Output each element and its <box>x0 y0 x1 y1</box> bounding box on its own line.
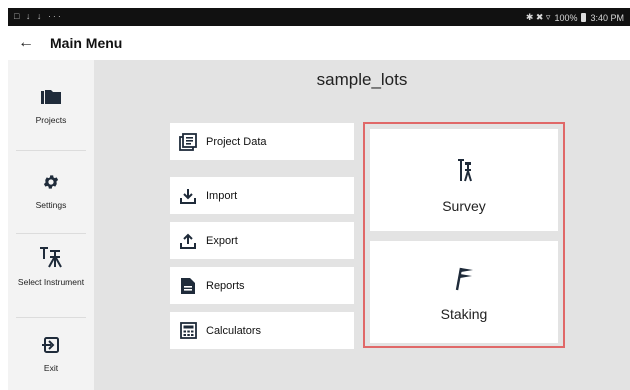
folder-icon <box>40 88 62 111</box>
menu-label: Reports <box>206 279 245 292</box>
sidebar-divider <box>16 150 86 151</box>
sidebar: Projects Settings Select Instrument Exit <box>8 60 94 390</box>
import-button[interactable]: Import <box>170 177 354 214</box>
project-data-icon <box>179 132 197 151</box>
sidebar-item-label: Settings <box>35 200 67 210</box>
menu-label: Calculators <box>206 324 262 337</box>
notification-icons: □ ↓ ↓ ··· <box>14 11 63 21</box>
instrument-icon <box>39 246 63 273</box>
menu-label: Export <box>206 234 238 247</box>
sidebar-divider <box>16 317 86 318</box>
survey-icon <box>454 157 474 188</box>
battery-icon <box>581 13 587 22</box>
clock: 3:40 PM <box>590 12 624 23</box>
back-button[interactable]: ← <box>8 26 44 60</box>
highlight-frame: Survey Staking <box>363 122 565 348</box>
status-right: ✱ ✖ ▿ 100% 3:40 PM <box>526 12 624 23</box>
battery-percent: 100% <box>554 12 578 23</box>
screen: □ ↓ ↓ ··· ✱ ✖ ▿ 100% 3:40 PM ← Main Menu… <box>8 8 630 390</box>
calculators-button[interactable]: Calculators <box>170 312 354 349</box>
sidebar-item-projects[interactable]: Projects <box>8 88 94 125</box>
survey-button[interactable]: Survey <box>370 129 558 231</box>
sidebar-divider <box>16 233 86 234</box>
staking-button[interactable]: Staking <box>370 241 558 343</box>
import-icon <box>179 187 197 205</box>
project-data-button[interactable]: Project Data <box>170 123 354 160</box>
main-content: sample_lots Project Data Import Export R… <box>94 60 630 390</box>
gear-icon <box>42 173 60 196</box>
sidebar-item-settings[interactable]: Settings <box>8 173 94 210</box>
sidebar-item-select-instrument[interactable]: Select Instrument <box>8 246 94 287</box>
system-icons: ✱ ✖ ▿ <box>525 12 551 22</box>
status-bar: □ ↓ ↓ ··· ✱ ✖ ▿ 100% 3:40 PM <box>8 8 630 26</box>
staking-icon <box>453 265 475 296</box>
reports-button[interactable]: Reports <box>170 267 354 304</box>
menu-label: Import <box>206 189 238 202</box>
calculator-icon <box>179 322 197 340</box>
survey-label: Survey <box>442 198 486 214</box>
export-button[interactable]: Export <box>170 222 354 259</box>
back-arrow-icon: ← <box>18 34 34 51</box>
sidebar-item-label: Projects <box>35 115 67 125</box>
sidebar-item-label: Exit <box>43 363 59 373</box>
export-icon <box>179 232 197 250</box>
exit-icon <box>42 336 60 359</box>
project-title: sample_lots <box>316 70 408 89</box>
staking-label: Staking <box>440 306 488 322</box>
sidebar-item-label: Select Instrument <box>17 277 85 287</box>
sidebar-item-exit[interactable]: Exit <box>8 336 94 373</box>
reports-icon <box>179 277 197 295</box>
app-bar: ← Main Menu <box>8 26 630 60</box>
page-title: Main Menu <box>50 35 123 51</box>
menu-label: Project Data <box>206 135 267 148</box>
